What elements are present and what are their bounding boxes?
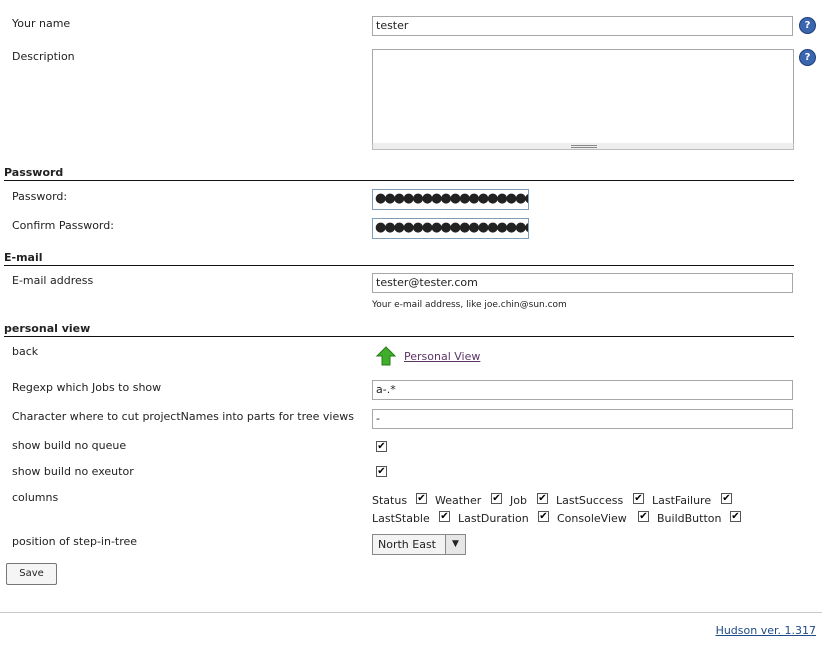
column-lastsuccess-checkbox[interactable]: ✔ — [633, 493, 644, 504]
version-link[interactable]: Hudson ver. 1.317 — [716, 624, 816, 637]
column-weather-label: Weather — [435, 494, 482, 507]
column-lastduration-label: LastDuration — [458, 512, 529, 525]
description-textarea[interactable] — [372, 49, 794, 144]
column-lastfailure-checkbox[interactable]: ✔ — [721, 493, 732, 504]
column-status-label: Status — [372, 494, 408, 507]
cut-character-input[interactable]: - — [372, 409, 793, 429]
personal-view-section-header: personal view — [4, 322, 794, 337]
column-lastduration-checkbox[interactable]: ✔ — [538, 511, 549, 522]
column-weather-checkbox[interactable]: ✔ — [491, 493, 502, 504]
help-icon[interactable]: ? — [799, 49, 816, 66]
name-label: Your name — [12, 17, 71, 30]
column-buildbutton-label: BuildButton — [657, 512, 722, 525]
cut-character-label: Character where to cut projectNames into… — [12, 410, 354, 423]
build-queue-label: show build no queue — [12, 439, 127, 452]
footer-divider — [0, 612, 822, 613]
column-lastsuccess-label: LastSuccess — [556, 494, 624, 507]
build-queue-checkbox[interactable]: ✔ — [376, 441, 387, 452]
column-consoleview-label: ConsoleView — [557, 512, 627, 525]
build-executor-checkbox[interactable]: ✔ — [376, 466, 387, 477]
column-consoleview-checkbox[interactable]: ✔ — [638, 511, 649, 522]
name-input[interactable]: tester — [372, 16, 793, 36]
position-select[interactable]: North East ▼ — [372, 534, 466, 555]
green-up-arrow-icon[interactable] — [375, 346, 397, 366]
column-buildbutton-checkbox[interactable]: ✔ — [730, 511, 741, 522]
position-select-value: North East — [378, 538, 436, 551]
personal-view-link[interactable]: Personal View — [404, 350, 480, 363]
save-button[interactable]: Save — [6, 563, 57, 585]
regex-input[interactable]: a-.* — [372, 380, 793, 400]
password-label: Password: — [12, 190, 68, 203]
dropdown-arrow-icon[interactable]: ▼ — [445, 535, 465, 554]
email-section-header: E-mail — [4, 251, 794, 266]
column-status-checkbox[interactable]: ✔ — [416, 493, 427, 504]
regex-label: Regexp which Jobs to show — [12, 381, 162, 394]
password-input[interactable]: ●●●●●●●●●●●●●●●●●●●●●●●●●●●● — [372, 189, 529, 210]
description-label: Description — [12, 50, 75, 63]
email-input[interactable]: tester@tester.com — [372, 273, 793, 293]
confirm-password-input[interactable]: ●●●●●●●●●●●●●●●●●●●●●●●●●●●● — [372, 218, 529, 239]
position-label: position of step-in-tree — [12, 535, 138, 548]
email-label: E-mail address — [12, 274, 94, 287]
email-hint: Your e-mail address, like joe.chin@sun.c… — [372, 300, 567, 310]
textarea-resize-handle[interactable] — [372, 143, 794, 150]
column-laststable-checkbox[interactable]: ✔ — [439, 511, 450, 522]
back-label: back — [12, 345, 39, 358]
column-laststable-label: LastStable — [372, 512, 430, 525]
column-lastfailure-label: LastFailure — [652, 494, 712, 507]
column-job-checkbox[interactable]: ✔ — [537, 493, 548, 504]
build-executor-label: show build no exeutor — [12, 465, 134, 478]
password-section-header: Password — [4, 166, 794, 181]
confirm-password-label: Confirm Password: — [12, 219, 114, 232]
help-icon[interactable]: ? — [799, 17, 816, 34]
column-job-label: Job — [510, 494, 527, 507]
columns-label: columns — [12, 491, 59, 504]
